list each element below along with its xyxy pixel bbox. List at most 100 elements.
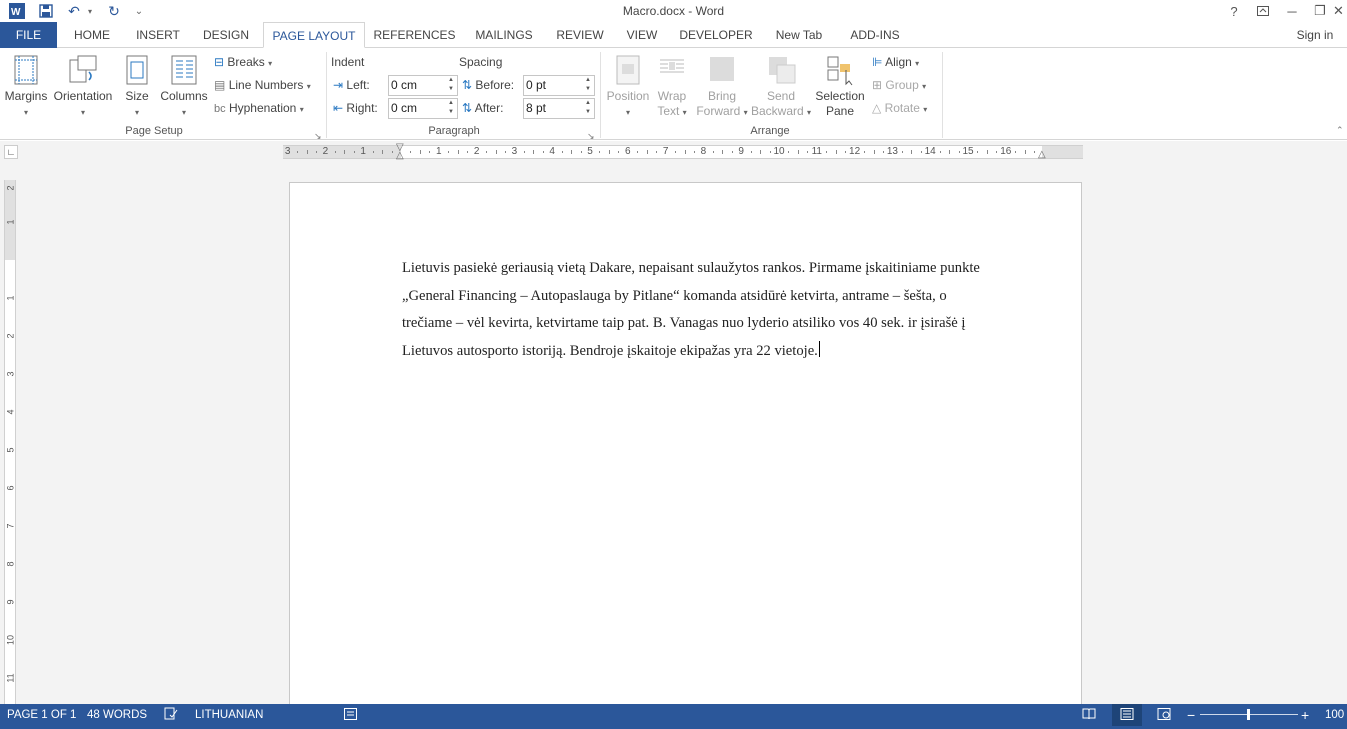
bring-forward-icon [706, 54, 738, 86]
spacing-before-input[interactable]: 0 pt ▲ ▼ [523, 75, 595, 96]
zoom-level[interactable]: 100 [1325, 704, 1344, 726]
print-layout-icon[interactable] [1112, 704, 1142, 726]
proofing-icon[interactable] [164, 704, 178, 726]
minimize-button[interactable]: ─ [1278, 0, 1306, 22]
indent-left-spinner-icon[interactable]: ▲ ▼ [445, 76, 457, 95]
read-mode-icon[interactable] [1082, 704, 1096, 726]
horizontal-ruler[interactable]: 3 2 1 1 2 3 4 5 6 7 8 9 10 11 12 13 14 15 16 ▽ △ △ [283, 143, 1083, 161]
spacing-before-spinner-icon[interactable]: ▲ ▼ [582, 76, 594, 95]
ruler-tick [297, 151, 299, 153]
tab-mailings[interactable]: MAILINGS [470, 22, 538, 48]
tab-view[interactable]: VIEW [620, 22, 664, 48]
spacing-after-spinner-icon[interactable]: ▲ ▼ [582, 99, 594, 118]
ruler-number: 9 [738, 146, 744, 157]
ruler-tick [656, 151, 658, 153]
group-button[interactable]: ⊞ Group ▾ [872, 75, 926, 95]
tab-home[interactable]: HOME [66, 22, 118, 48]
help-button[interactable]: ? [1220, 0, 1248, 22]
document-line[interactable]: Lietuvos autosporto istoriją. Bendroje į… [402, 343, 818, 359]
ruler-number: 1 [360, 146, 366, 157]
document-line[interactable]: „General Financing – Autopaslauga by Pit… [402, 283, 1042, 311]
selection-pane-button[interactable]: Selection Pane [812, 52, 868, 124]
size-button[interactable]: Size ▾ [118, 52, 156, 124]
send-backward-button[interactable]: Send Backward ▾ [750, 52, 812, 124]
language-indicator[interactable]: LITHUANIAN [195, 704, 263, 726]
wrap-text-label-1: Wrap [657, 89, 687, 103]
web-layout-icon[interactable] [1157, 704, 1171, 726]
tab-add-ins[interactable]: ADD-INS [842, 22, 908, 48]
send-backward-label-1: Send [766, 89, 796, 103]
page-setup-group-label: Page Setup [125, 125, 183, 137]
ruler-number: 2 [473, 146, 480, 157]
spacing-after-text: After: [474, 101, 504, 115]
spacing-after-input[interactable]: 8 pt ▲ ▼ [523, 98, 595, 119]
zoom-slider-thumb[interactable] [1247, 709, 1250, 720]
line-numbers-icon: ▤ [214, 78, 226, 92]
spacing-before-text: Before: [475, 78, 515, 92]
line-numbers-button[interactable]: ▤ Line Numbers ▾ [214, 75, 311, 95]
document-line[interactable]: trečiame – vėl kevirta, ketvirtame taip … [402, 310, 1042, 338]
ruler-tick [523, 151, 525, 153]
ruler-number: 3 [511, 146, 518, 157]
tab-file[interactable]: FILE [0, 22, 57, 48]
page-count[interactable]: PAGE 1 OF 1 [7, 704, 76, 726]
tab-review[interactable]: REVIEW [552, 22, 608, 48]
tab-references[interactable]: REFERENCES [373, 22, 456, 48]
document-line[interactable]: Lietuvis pasiekė geriausią vietą Dakare,… [402, 255, 1042, 283]
spacing-after-icon: ⇅ [462, 101, 473, 115]
word-count[interactable]: 48 WORDS [87, 704, 147, 726]
arrange-group-label: Arrange [750, 125, 790, 137]
bring-forward-label-1: Bring [707, 89, 736, 103]
document-last-line[interactable]: Lietuvos autosporto istoriją. Bendroje į… [402, 338, 1042, 366]
tab-design[interactable]: DESIGN [198, 22, 254, 48]
ruler-tick [797, 150, 799, 154]
ruler-tick [722, 150, 724, 154]
ruler-tick [599, 151, 601, 153]
document-body[interactable]: Lietuvis pasiekė geriausią vietą Dakare,… [402, 255, 1042, 366]
orientation-button[interactable]: Orientation ▾ [52, 52, 114, 124]
ruler-tick [750, 151, 752, 153]
ruler-tick [920, 151, 922, 153]
hanging-indent-marker-icon[interactable]: △ [396, 151, 404, 161]
tab-new-tab[interactable]: New Tab [768, 22, 830, 48]
ribbon: Margins ▾ Orientation ▾ Size ▾ Columns ▾ ⊟ B… [0, 48, 1347, 141]
bring-forward-button[interactable]: Bring Forward ▾ [694, 52, 750, 124]
tab-selector-icon[interactable]: ∟ [4, 145, 18, 159]
tab-insert[interactable]: INSERT [130, 22, 186, 48]
margins-button[interactable]: Margins ▾ [2, 52, 50, 124]
columns-button[interactable]: Columns ▾ [158, 52, 210, 124]
close-button[interactable]: ✕ [1330, 0, 1347, 22]
wrap-text-button[interactable]: Wrap Text ▾ [652, 52, 692, 124]
ribbon-display-options-icon[interactable] [1249, 0, 1277, 22]
macro-recording-icon[interactable] [344, 704, 357, 726]
vertical-ruler-number: 2 [5, 185, 16, 191]
indent-left-input[interactable]: 0 cm ▲ ▼ [388, 75, 458, 96]
zoom-in-button[interactable]: + [1301, 704, 1309, 726]
zoom-out-button[interactable]: − [1187, 704, 1195, 726]
rotate-label: Rotate [884, 101, 920, 115]
rotate-button[interactable]: △ Rotate ▾ [872, 98, 927, 118]
columns-dropdown-icon: ▾ [181, 108, 186, 117]
ruler-tick [457, 150, 459, 154]
tab-developer[interactable]: DEVELOPER [676, 22, 756, 48]
hyphenation-button[interactable]: bc Hyphenation ▾ [214, 98, 304, 118]
spacing-after-value: 8 pt [526, 101, 547, 115]
position-button[interactable]: Position ▾ [604, 52, 652, 124]
right-indent-marker-icon[interactable]: △ [1038, 150, 1046, 160]
sign-in-link[interactable]: Sign in [1290, 22, 1340, 48]
ruler-tick [486, 151, 488, 153]
margins-icon [10, 54, 42, 86]
ruler-tick [693, 151, 695, 153]
breaks-button[interactable]: ⊟ Breaks ▾ [214, 52, 272, 72]
tab-page-layout[interactable]: PAGE LAYOUT [263, 22, 365, 48]
line-numbers-label: Line Numbers [228, 78, 304, 92]
document-page[interactable]: Lietuvis pasiekė geriausią vietą Dakare,… [289, 182, 1082, 722]
indent-right-spinner-icon[interactable]: ▲ ▼ [445, 99, 457, 118]
collapse-ribbon-icon[interactable]: ⌃ [1336, 120, 1344, 140]
ruler-tick [391, 151, 393, 153]
ribbon-tabs: FILE HOME INSERT DESIGN PAGE LAYOUT REFE… [0, 22, 1347, 48]
vertical-ruler[interactable]: 2 1 1 2 3 4 5 6 7 8 9 10 11 [4, 180, 16, 704]
indent-right-input[interactable]: 0 cm ▲ ▼ [388, 98, 458, 119]
ruler-number: 4 [549, 146, 555, 157]
align-button[interactable]: ⊫ Align ▾ [872, 52, 919, 72]
